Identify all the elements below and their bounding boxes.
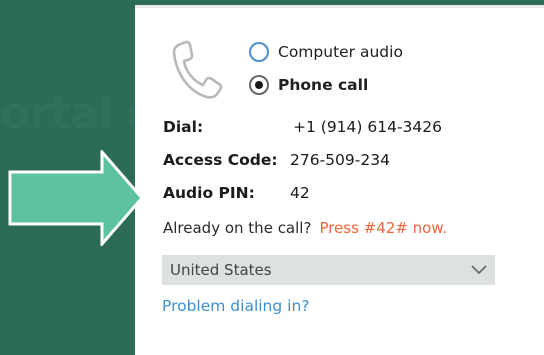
audio-pin-label: Audio PIN: bbox=[163, 184, 255, 202]
phone-call-option[interactable]: Phone call bbox=[249, 75, 368, 95]
press-pin-instruction: Press #42# now. bbox=[319, 219, 448, 237]
audio-pin-value: 42 bbox=[290, 184, 310, 202]
country-select-value: United States bbox=[170, 261, 272, 279]
already-on-call-text: Already on the call? Press #42# now. bbox=[163, 219, 447, 237]
phone-call-label: Phone call bbox=[278, 76, 369, 94]
phone-icon bbox=[172, 40, 223, 99]
chevron-down-icon[interactable] bbox=[471, 263, 487, 277]
problem-dialing-link[interactable]: Problem dialing in? bbox=[162, 297, 310, 315]
country-select[interactable]: United States bbox=[162, 255, 495, 285]
dial-number: +1 (914) 614-3426 bbox=[293, 118, 443, 136]
already-on-call-question: Already on the call? bbox=[163, 219, 312, 237]
computer-audio-label: Computer audio bbox=[278, 43, 403, 61]
phone-call-radio[interactable] bbox=[249, 75, 269, 95]
dial-label: Dial: bbox=[163, 118, 204, 136]
access-code-value: 276-509-234 bbox=[290, 151, 390, 169]
computer-audio-option[interactable]: Computer audio bbox=[249, 42, 403, 62]
callout-arrow bbox=[8, 150, 144, 246]
computer-audio-radio[interactable] bbox=[249, 42, 269, 62]
radio-selected-dot bbox=[255, 81, 263, 89]
access-code-label: Access Code: bbox=[163, 151, 278, 169]
